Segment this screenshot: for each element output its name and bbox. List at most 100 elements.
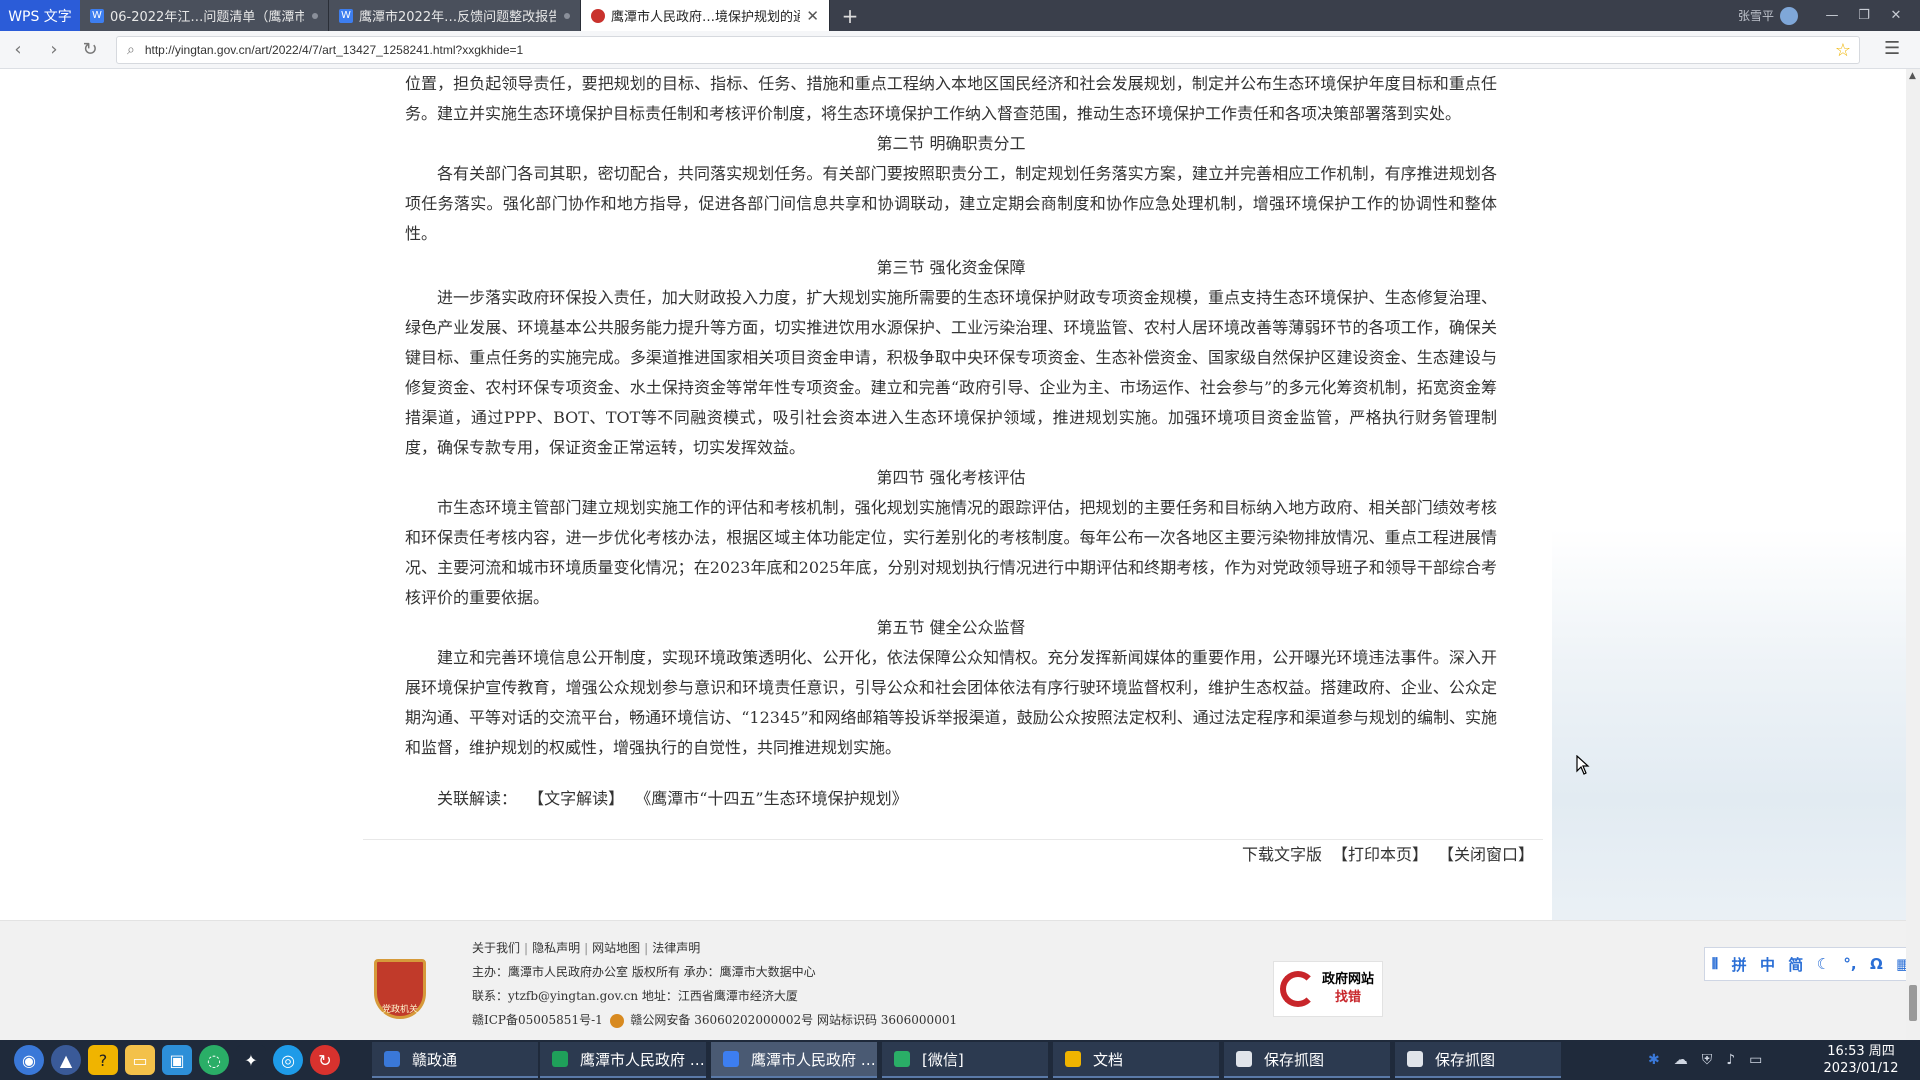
qq-icon[interactable]: ✦ [236, 1045, 266, 1075]
screenshot-icon [1236, 1051, 1252, 1067]
section-heading: 第三节 强化资金保障 [876, 258, 1026, 277]
ime-chinese[interactable]: 中 [1760, 954, 1775, 975]
restore-icon[interactable]: ❐ [1848, 8, 1880, 23]
footer-link-sitemap[interactable]: 网站地图 [592, 941, 640, 955]
screenshot-icon [1407, 1051, 1423, 1067]
clock-date: 2023/01/12 [1823, 1061, 1899, 1076]
article-actions: 下载文字版 【打印本页】 【关闭窗口】 [1242, 841, 1534, 865]
start-menu-icon[interactable]: ◉ [14, 1045, 44, 1075]
menu-icon[interactable]: ☰ [1884, 38, 1900, 59]
voice-icon[interactable]: ⦀ [1712, 955, 1719, 973]
moon-icon[interactable]: ☾ [1817, 955, 1830, 973]
mouse-pointer-icon [1576, 755, 1590, 775]
section-heading: 第四节 强化考核评估 [876, 468, 1026, 487]
background-landscape [1552, 529, 1906, 979]
article-container: 位置，担负起领导责任，要把规划的目标、指标、任务、措施和重点工程纳入本地区国民经… [353, 69, 1552, 880]
wechat-icon[interactable]: ◌ [199, 1045, 229, 1075]
print-page-link[interactable]: 【打印本页】 [1332, 841, 1428, 865]
wechat-icon [894, 1051, 910, 1067]
error-report-label: 政府网站 找错 [1322, 972, 1375, 1005]
footer-icp-line: 赣ICP备05005851号-1 赣公网安备 36060202000002号 网… [472, 1008, 957, 1032]
party-gov-badge[interactable]: 党政机关 [374, 959, 426, 1019]
address-bar[interactable]: ⌕ http://yingtan.gov.cn/art/2022/4/7/art… [116, 36, 1860, 64]
ime-simplified[interactable]: 简 [1788, 954, 1803, 975]
browser-e-icon [552, 1051, 568, 1067]
unsaved-dot-icon [564, 12, 570, 19]
footer-link-about[interactable]: 关于我们 [472, 941, 520, 955]
url-text[interactable]: http://yingtan.gov.cn/art/2022/4/7/art_1… [145, 43, 1835, 57]
help-icon[interactable]: ? [88, 1045, 118, 1075]
folder-icon[interactable]: ▭ [125, 1045, 155, 1075]
search-icon: ⌕ [127, 42, 135, 58]
bookmark-star-icon[interactable]: ☆ [1835, 40, 1851, 61]
site-footer: 党政机关 关于我们 | 隐私声明 | 网站地图 | 法律声明 主办：鹰潭市人民政府办公室 版… [0, 920, 1906, 1040]
wps-app-button[interactable]: WPS 文字 [0, 0, 80, 31]
back-icon[interactable]: ‹ [0, 39, 36, 60]
paragraph: 建立和完善环境信息公开制度，实现环境政策透明化、公开化，依法保障公众知情权。充分… [405, 648, 1497, 757]
tab-label: 鹰潭市2022年…反馈问题整改报告 [359, 10, 556, 25]
new-tab-button[interactable]: + [830, 0, 870, 31]
download-text-link[interactable]: 下载文字版 [1242, 841, 1322, 865]
bluetooth-icon[interactable]: ✱ [1648, 1052, 1660, 1068]
shield-icon[interactable]: ⛨ [1702, 1052, 1713, 1068]
cloud-icon[interactable]: ☁ [1674, 1052, 1688, 1068]
related-label: 关联解读： [437, 789, 518, 808]
close-window-icon[interactable]: ✕ [1880, 8, 1912, 23]
taskbar-item-ganzhengtong[interactable]: 赣政通 [372, 1042, 538, 1078]
system-clock[interactable]: 16:53 周四 2023/01/12 [1806, 1043, 1916, 1077]
quick-launch: ◉ ▲ ? ▭ ▣ ◌ ✦ ◎ ↻ [0, 1040, 347, 1080]
close-tab-icon[interactable]: ✕ [806, 7, 819, 25]
police-badge-icon [609, 1013, 624, 1028]
ganzhengtong-icon [384, 1051, 400, 1067]
tab-webpage-active[interactable]: 鹰潭市人民政府…境保护规划的通知 ✕ [581, 0, 830, 31]
footer-link-legal[interactable]: 法律声明 [652, 941, 700, 955]
scroll-thumb[interactable] [1909, 985, 1917, 1021]
ime-symbol[interactable]: Ω [1870, 955, 1883, 973]
section-heading: 第五节 健全公众监督 [876, 618, 1026, 637]
related-reading: 关联解读： 【文字解读】 《鹰潭市“十四五”生态环境保护规划》 [437, 785, 914, 809]
minimize-icon[interactable]: — [1816, 8, 1848, 23]
police-record[interactable]: 赣公网安备 36060202000002号 网站标识码 3606000001 [630, 1013, 957, 1027]
wps-doc-icon: W [339, 8, 353, 23]
close-window-link[interactable]: 【关闭窗口】 [1438, 841, 1534, 865]
antivirus-icon[interactable]: ↻ [310, 1045, 340, 1075]
user-name[interactable]: 张雪平 [1738, 7, 1774, 24]
scroll-up-icon[interactable]: ▲ [1909, 71, 1916, 81]
tab-label: 鹰潭市人民政府…境保护规划的通知 [611, 10, 801, 25]
clock-time: 16:53 周四 [1827, 1044, 1895, 1059]
taskbar-item-browser-1[interactable]: 鹰潭市人民政府 … [540, 1042, 706, 1078]
refresh-icon[interactable]: ↻ [72, 39, 108, 60]
taskbar-item-browser-2[interactable]: 鹰潭市人民政府 … [711, 1042, 877, 1078]
os-taskbar: ◉ ▲ ? ▭ ▣ ◌ ✦ ◎ ↻ 赣政通 鹰潭市人民政府 … 鹰潭市人民政府 … [0, 1040, 1920, 1080]
avatar[interactable] [1780, 6, 1798, 25]
error-report-icon [1280, 971, 1316, 1007]
footer-contact: 联系：ytzfb@yingtan.gov.cn 地址：江西省鹰潭市经济大厦 [472, 989, 798, 1003]
page-scrollbar[interactable]: ▲ [1906, 69, 1920, 1040]
browser-tab-bar: WPS 文字 W 06-2022年江…问题清单（鹰潭市） W 鹰潭市2022年…… [0, 0, 1920, 31]
wps-doc-icon [723, 1051, 739, 1067]
unsaved-dot-icon [312, 12, 318, 19]
network-icon[interactable]: ▭ [1749, 1052, 1762, 1068]
footer-link-privacy[interactable]: 隐私声明 [532, 941, 580, 955]
ime-toolbar: ⦀ 拼 中 简 ☾ °, Ω ▦ [1704, 947, 1918, 981]
browser-icon[interactable]: ◎ [273, 1045, 303, 1075]
ime-pinyin[interactable]: 拼 [1732, 954, 1747, 975]
taskbar-item-screenshot-2[interactable]: 保存抓图 [1395, 1042, 1561, 1078]
taskbar-item-screenshot-1[interactable]: 保存抓图 [1224, 1042, 1390, 1078]
related-link-text[interactable]: 【文字解读】 [528, 789, 624, 808]
forward-icon[interactable]: › [36, 39, 72, 60]
gov-site-icon [591, 8, 605, 23]
gov-site-error-report[interactable]: 政府网站 找错 [1273, 961, 1383, 1017]
tab-document-2[interactable]: W 鹰潭市2022年…反馈问题整改报告 [329, 0, 581, 31]
volume-icon[interactable]: ♪ [1726, 1052, 1735, 1068]
tab-document-1[interactable]: W 06-2022年江…问题清单（鹰潭市） [80, 0, 329, 31]
monitor-icon[interactable]: ▣ [162, 1045, 192, 1075]
section-heading: 第二节 明确职责分工 [876, 134, 1026, 153]
icp-link[interactable]: 赣ICP备05005851号-1 [472, 1013, 603, 1027]
taskbar-item-documents[interactable]: 文档 [1053, 1042, 1219, 1078]
gov-app-icon[interactable]: ▲ [51, 1045, 81, 1075]
related-link-plan[interactable]: 《鹰潭市“十四五”生态环境保护规划》 [635, 789, 907, 808]
taskbar-item-wechat[interactable]: [微信] [882, 1042, 1048, 1078]
ime-punct[interactable]: °, [1843, 955, 1856, 973]
window-controls: 张雪平 — ❐ ✕ [1738, 0, 1920, 31]
